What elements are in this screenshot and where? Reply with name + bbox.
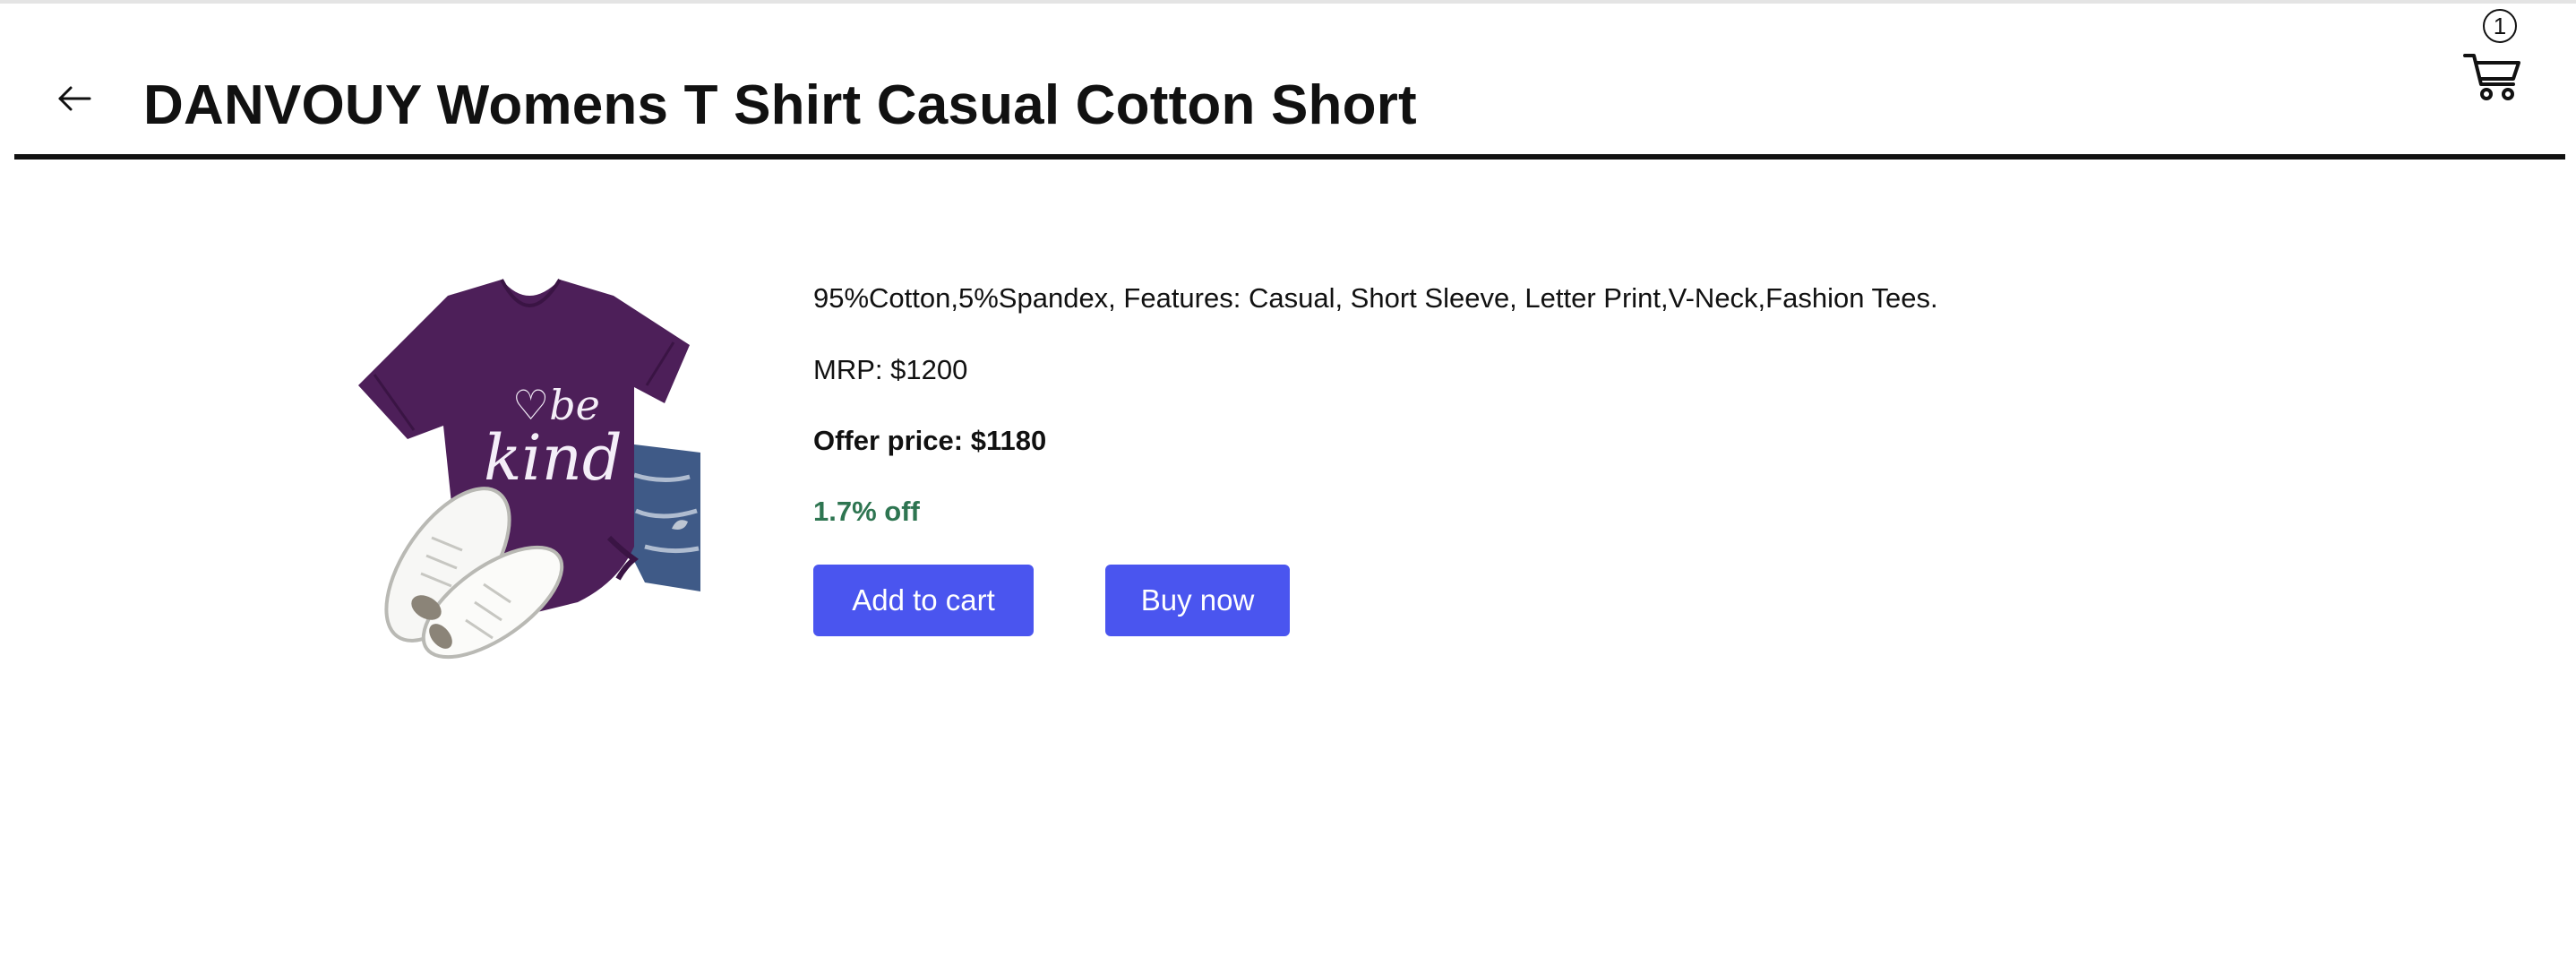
arrow-left-icon <box>58 86 91 111</box>
shopping-cart-icon <box>2463 54 2520 100</box>
product-description: 95%Cotton,5%Spandex, Features: Casual, S… <box>813 282 1938 314</box>
buy-now-button[interactable]: Buy now <box>1105 565 1290 636</box>
add-to-cart-button[interactable]: Add to cart <box>813 565 1034 636</box>
back-button[interactable] <box>54 81 95 116</box>
jeans-graphic <box>623 444 700 591</box>
offer-price: Offer price: $1180 <box>813 425 1047 456</box>
cart-button[interactable]: 1 <box>2454 9 2553 108</box>
cart-count-badge: 1 <box>2483 9 2517 43</box>
browser-top-border <box>0 0 2576 4</box>
svg-text:kind: kind <box>484 421 623 495</box>
page-header: DANVOUY Womens T Shirt Casual Cotton Sho… <box>14 36 2565 160</box>
product-image: ♡be kind <box>349 269 708 668</box>
mrp-price: MRP: $1200 <box>813 354 968 385</box>
product-details: 95%Cotton,5%Spandex, Features: Casual, S… <box>813 280 1938 636</box>
discount-label: 1.7% off <box>813 496 920 527</box>
page-title: DANVOUY Womens T Shirt Casual Cotton Sho… <box>143 74 1417 136</box>
